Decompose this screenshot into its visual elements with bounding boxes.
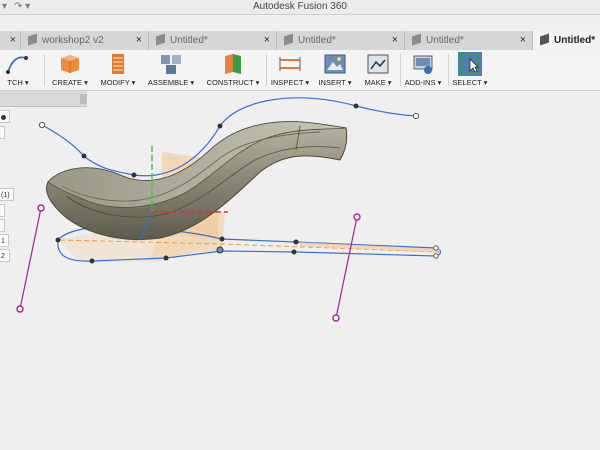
spline-point[interactable] [291,249,297,255]
tangent-handle-point[interactable] [37,204,45,212]
spline-point[interactable] [293,239,299,245]
tangent-handle-point[interactable] [332,314,340,322]
tangent-handle-point[interactable] [16,305,24,313]
spline-endpoint[interactable] [38,121,46,129]
spline-point[interactable] [131,172,137,178]
spline-point[interactable] [81,153,87,159]
spline-point[interactable] [89,258,95,264]
spline-point-selected[interactable] [216,246,224,254]
spline-endpoint[interactable] [433,253,439,259]
canvas-viewport[interactable] [0,0,600,450]
spline-point[interactable] [163,255,169,261]
spline-endpoint[interactable] [412,112,420,120]
spline-point[interactable] [353,103,359,109]
tangent-handle-line[interactable] [335,216,358,319]
spline-endpoint[interactable] [433,245,439,251]
tangent-handle-point[interactable] [353,213,361,221]
spline-point[interactable] [219,236,225,242]
spline-point[interactable] [217,123,223,129]
tangent-handle-line[interactable] [19,207,42,310]
spline-point[interactable] [55,237,61,243]
